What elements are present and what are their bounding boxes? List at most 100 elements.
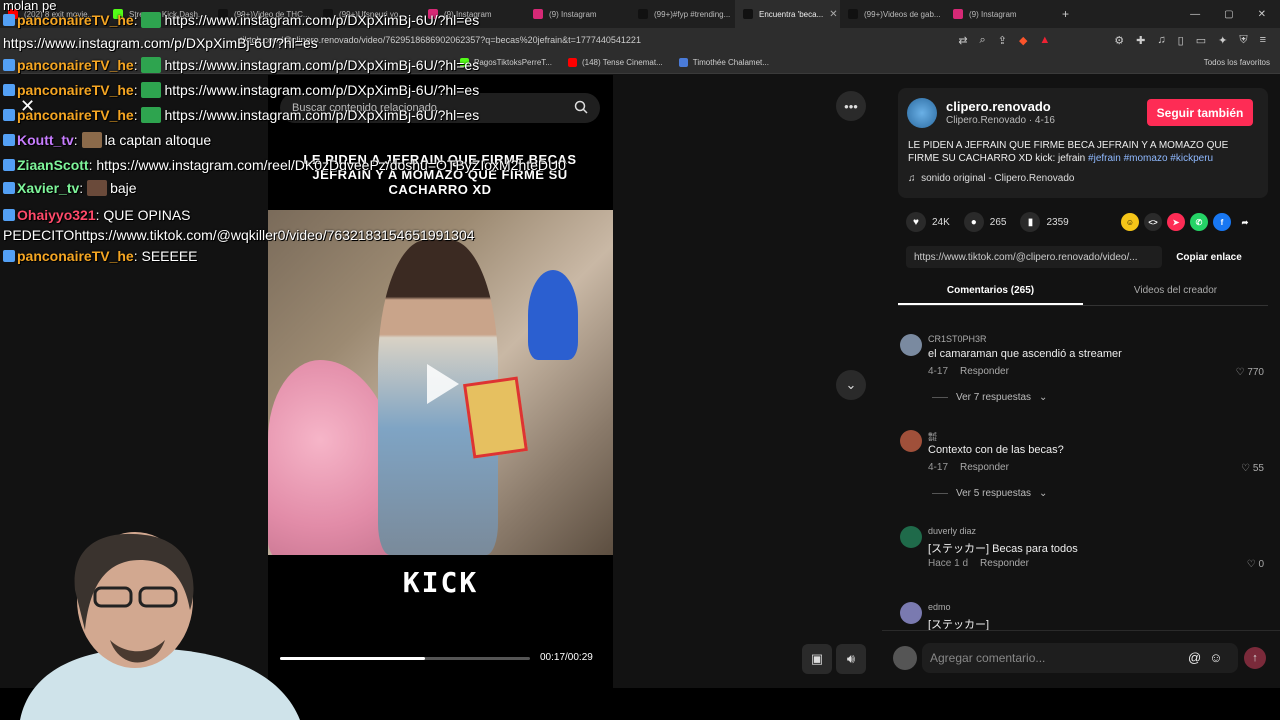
search-icon[interactable] (574, 100, 588, 114)
chat-badge-icon (3, 159, 15, 171)
save-stat[interactable]: ▮ 2359 (1020, 212, 1069, 232)
comment-date: Hace 1 d (928, 558, 969, 569)
chat-message: panconaireTV_he: https://www.instagram.c… (3, 107, 479, 123)
follow-button[interactable]: Seguir también (1147, 99, 1253, 126)
commenter-avatar[interactable] (900, 334, 922, 356)
play-icon[interactable] (423, 360, 463, 408)
chat-badge-icon (3, 84, 15, 96)
gift-icon[interactable]: ☺ (1121, 213, 1139, 231)
tab-comments[interactable]: Comentarios (265) (898, 282, 1083, 305)
chat-text: la captan altoque (104, 132, 212, 148)
chat-username[interactable]: ZiaanScott (17, 157, 89, 173)
tab-label: (9) Instagram (549, 9, 597, 19)
comment-icon[interactable]: ● (963, 212, 984, 232)
bookmark-icon[interactable]: ▮ (1020, 212, 1041, 232)
commenter-avatar[interactable] (900, 526, 922, 548)
floating-player-button[interactable]: ▣ (802, 644, 832, 674)
commenter-name[interactable]: ㍿ (928, 430, 937, 443)
browser-tab[interactable]: (9) Instagram (525, 0, 630, 28)
rewards-icon[interactable]: ▲ (1039, 34, 1050, 46)
media-icon[interactable]: ♫ (1157, 34, 1165, 46)
tab-creator-videos[interactable]: Videos del creador (1083, 282, 1268, 305)
maximize-icon[interactable]: ▢ (1224, 9, 1233, 20)
brave-shield-icon[interactable]: ◆ (1019, 34, 1027, 47)
commenter-name[interactable]: edmo (928, 602, 951, 612)
chat-emote-icon (141, 12, 162, 28)
reply-button[interactable]: Responder (960, 462, 1009, 473)
music-row[interactable]: ♫ sonido original - Clipero.Renovado (908, 173, 1075, 184)
chat-text: https://www.instagram.com/p/DXpXimBj-6U/… (164, 82, 480, 98)
minimize-icon[interactable]: — (1190, 9, 1200, 20)
chat-username[interactable]: Ohaiyyo321 (17, 207, 96, 223)
close-icon[interactable]: ✕ (20, 96, 35, 117)
extension-icon[interactable]: ⚙ (1114, 34, 1124, 47)
browser-tab[interactable]: (9) Instagram (945, 0, 1050, 28)
heart-icon[interactable]: ♥ (906, 212, 926, 232)
next-video-button[interactable]: ⌄ (836, 370, 866, 400)
bookmark-item[interactable]: Timothée Chalamet... (678, 58, 769, 67)
video-link-field[interactable]: https://www.tiktok.com/@clipero.renovado… (906, 246, 1162, 268)
volume-button[interactable]: 🔊︎ (836, 644, 866, 674)
browser-tab[interactable]: Encuentra 'beca... ✕ (735, 0, 840, 28)
commenter-name[interactable]: duverly diaz (928, 526, 976, 536)
translate-icon[interactable]: ⇄ (958, 34, 967, 47)
browser-tab[interactable]: (99+)#fyp #trending... (630, 0, 735, 28)
chat-username[interactable]: panconaireTV_he (17, 248, 134, 264)
commenter-name[interactable]: CR1ST0PH3R (928, 334, 987, 344)
reply-button[interactable]: Responder (980, 558, 1029, 569)
chat-username[interactable]: Xavier_tv (17, 180, 79, 196)
facebook-icon[interactable]: f (1213, 213, 1231, 231)
zoom-icon[interactable]: ⌕ (980, 34, 986, 47)
all-favorites[interactable]: Todos los favoritos (1204, 58, 1280, 67)
chat-username[interactable]: panconaireTV_he (17, 12, 134, 28)
commenter-avatar[interactable] (900, 602, 922, 624)
creator-avatar[interactable] (907, 98, 937, 128)
wallet-icon[interactable]: ▭ (1196, 34, 1206, 47)
chat-separator: : (133, 12, 142, 28)
chat-username[interactable]: panconaireTV_he (17, 57, 134, 73)
chat-badge-icon (3, 182, 15, 194)
chat-username[interactable]: Koutt_tv (17, 132, 74, 148)
menu-icon[interactable]: ≡ (1260, 34, 1266, 46)
embed-icon[interactable]: <> (1144, 213, 1162, 231)
music-label: sonido original - Clipero.Renovado (921, 173, 1075, 184)
browser-tab[interactable]: (99+)Videos de gab... (840, 0, 945, 28)
chevron-down-icon: ⌄ (1039, 392, 1048, 403)
bookmark-item[interactable]: (148) Tense Cinemat... (567, 58, 663, 67)
chat-emote-icon (141, 57, 162, 73)
hashtags[interactable]: #jefrain #momazo #kickperu (1088, 153, 1213, 164)
chat-message: ZiaanScott: https://www.instagram.com/re… (3, 157, 566, 173)
like-stat[interactable]: ♥ 24K (906, 212, 950, 232)
new-tab-button[interactable]: + (1050, 7, 1081, 21)
tab-label: Encuentra 'beca... (759, 9, 824, 19)
close-tab-icon[interactable]: ✕ (829, 9, 837, 20)
view-replies-button[interactable]: Ver 7 respuestas ⌄ (932, 392, 1047, 403)
commenter-avatar[interactable] (900, 430, 922, 452)
share-icon[interactable]: ⇪ (998, 34, 1007, 47)
comment-like-button[interactable]: ♡ 0 (1247, 559, 1264, 570)
send-comment-button[interactable]: ↑ (1244, 647, 1266, 669)
creator-name[interactable]: clipero.renovado (946, 99, 1051, 114)
more-options-button[interactable]: ••• (836, 91, 866, 121)
share-arrow-icon[interactable]: ➦ (1236, 213, 1254, 231)
reply-button[interactable]: Responder (960, 366, 1009, 377)
sidebar-icon[interactable]: ▯ (1178, 34, 1184, 47)
copy-link-button[interactable]: Copiar enlace (1166, 246, 1252, 268)
ai-icon[interactable]: ✦ (1218, 34, 1227, 47)
close-window-icon[interactable]: ✕ (1258, 9, 1266, 20)
chat-separator: : (79, 180, 88, 196)
comment-tools: @ ☺ (1188, 650, 1222, 665)
vpn-icon[interactable]: ⛨ (1239, 34, 1247, 47)
comment-like-count: 0 (1258, 559, 1264, 570)
comment-like-button[interactable]: ♡ 770 (1236, 367, 1264, 378)
comment-like-button[interactable]: ♡ 55 (1241, 463, 1264, 474)
comment-stat[interactable]: ● 265 (963, 212, 1006, 232)
view-replies-button[interactable]: Ver 5 respuestas ⌄ (932, 488, 1047, 499)
whatsapp-icon[interactable]: ✆ (1190, 213, 1208, 231)
puzzle-icon[interactable]: ✚ (1136, 34, 1145, 47)
share-row: ☺ <> ➤ ✆ f ➦ (1121, 213, 1254, 231)
send-icon[interactable]: ➤ (1167, 213, 1185, 231)
emoji-icon[interactable]: ☺ (1209, 650, 1222, 665)
mention-icon[interactable]: @ (1188, 650, 1201, 665)
divider (932, 493, 948, 494)
